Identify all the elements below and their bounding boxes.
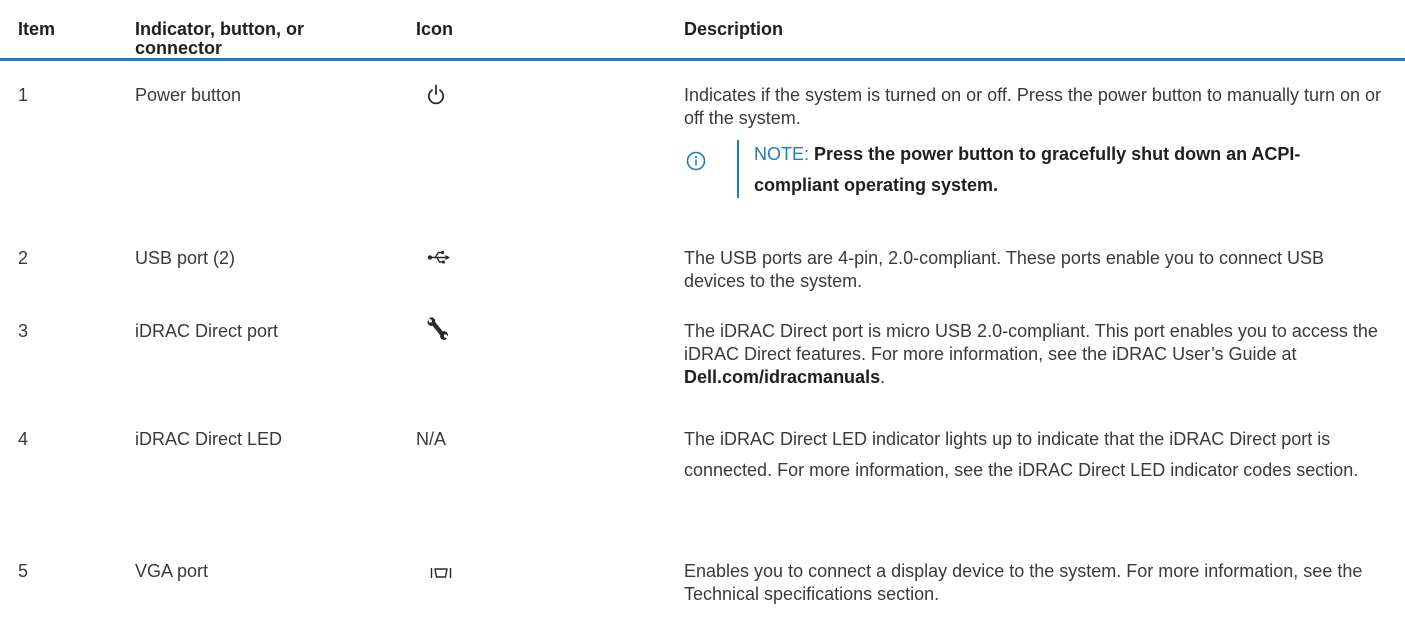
header-divider (0, 58, 1405, 61)
note-box: NOTE: Press the power button to graceful… (684, 139, 1384, 201)
row-item-number: 2 (18, 248, 29, 268)
header-indicator: Indicator, button, or connector (135, 20, 304, 58)
row-item-number: 1 (18, 85, 29, 105)
row-indicator: USB port (2) (135, 248, 236, 268)
row-indicator: iDRAC Direct port (135, 321, 279, 341)
row-description: The USB ports are 4-pin, 2.0-compliant. … (684, 248, 1325, 291)
wrench-icon (427, 317, 448, 340)
header-description: Description (684, 19, 784, 39)
description-text: The iDRAC Direct port is micro USB 2.0-c… (684, 321, 1378, 364)
table-header: Item Indicator, button, or connector Ico… (0, 0, 1405, 58)
row-indicator: VGA port (135, 561, 209, 581)
info-icon (686, 151, 706, 171)
row-description: Indicates if the system is turned on or … (684, 85, 1382, 128)
row-description: Enables you to connect a display device … (684, 561, 1363, 604)
power-icon (427, 84, 445, 105)
row-icon-text: N/A (416, 429, 447, 449)
header-indicator-line1: Indicator, button, or (135, 19, 304, 39)
manuals-link[interactable]: Dell.com/idracmanuals (684, 367, 880, 387)
row-indicator: iDRAC Direct LED (135, 429, 283, 449)
row-description: The iDRAC Direct LED indicator lights up… (684, 429, 1359, 480)
vga-icon (430, 568, 452, 578)
header-icon: Icon (416, 19, 454, 39)
row-item-number: 3 (18, 321, 29, 341)
header-indicator-line2: connector (135, 38, 223, 58)
note-divider (737, 140, 739, 198)
row-item-number: 4 (18, 429, 29, 449)
note-label: NOTE: (754, 144, 810, 164)
note-text: NOTE: Press the power button to graceful… (754, 139, 1384, 201)
description-end: . (880, 367, 886, 387)
row-indicator: Power button (135, 85, 242, 105)
usb-icon (427, 250, 450, 264)
row-item-number: 5 (18, 561, 29, 581)
header-item: Item (18, 19, 56, 39)
note-body: Press the power button to gracefully shu… (754, 144, 1301, 195)
row-description: The iDRAC Direct port is micro USB 2.0-c… (684, 320, 1384, 389)
